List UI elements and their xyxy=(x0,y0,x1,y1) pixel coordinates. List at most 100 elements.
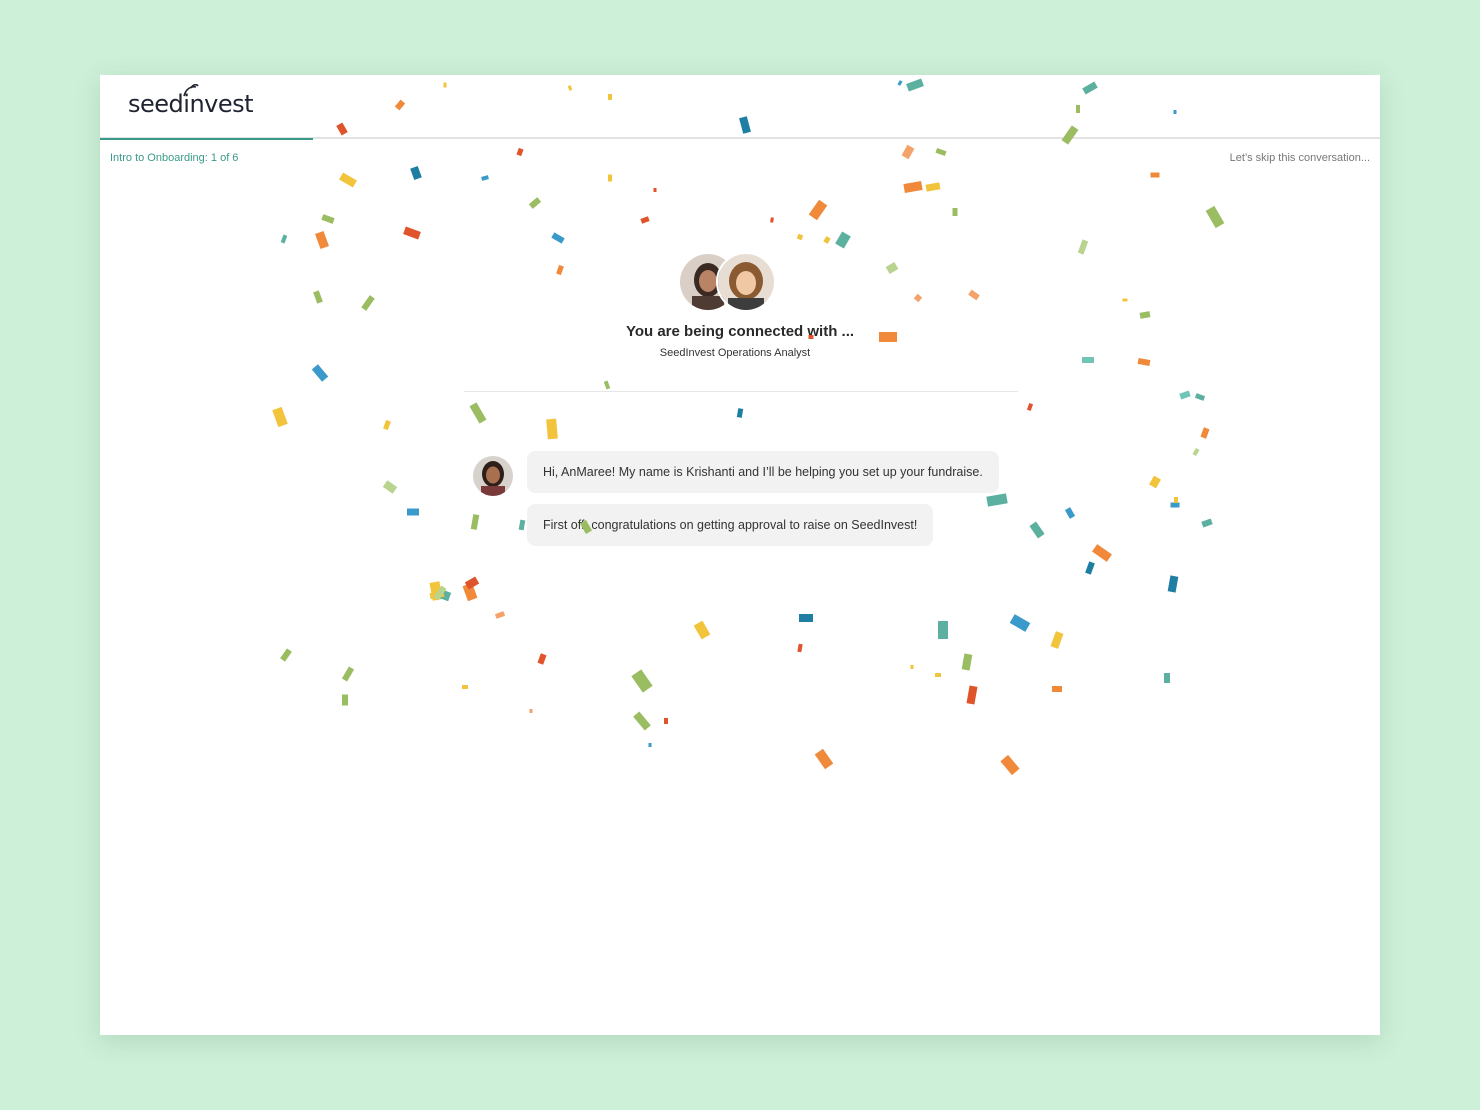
confetti-piece xyxy=(315,230,329,250)
person-icon xyxy=(473,456,513,496)
confetti-piece xyxy=(556,264,564,276)
confetti-piece xyxy=(823,236,831,244)
confetti-piece xyxy=(313,290,323,304)
confetti-piece xyxy=(429,590,445,600)
confetti-piece xyxy=(796,233,804,241)
confetti-piece xyxy=(799,614,813,622)
confetti-piece xyxy=(383,419,391,431)
confetti-piece xyxy=(462,685,468,689)
chat-message: Hi, AnMaree! My name is Krishanti and I’… xyxy=(527,451,999,493)
confetti-piece xyxy=(640,216,650,224)
confetti-piece xyxy=(311,364,329,382)
confetti-piece xyxy=(1205,205,1225,229)
confetti-piece xyxy=(1137,358,1151,366)
connected-avatars xyxy=(678,252,776,312)
onboarding-window: seedinvest Intro to Onboarding: 1 of 6 L… xyxy=(100,75,1380,1035)
chat-analyst-avatar xyxy=(473,456,513,496)
confetti-piece xyxy=(272,406,288,428)
confetti-piece xyxy=(808,199,828,221)
confetti-piece xyxy=(1201,518,1213,528)
step-label: Intro to Onboarding: 1 of 6 xyxy=(110,152,239,164)
confetti-piece xyxy=(470,514,480,530)
confetti-piece xyxy=(382,480,398,494)
confetti-piece xyxy=(1052,686,1062,692)
confetti-piece xyxy=(968,289,980,301)
section-divider xyxy=(464,391,1018,392)
confetti-piece xyxy=(1092,544,1112,562)
confetti-piece xyxy=(436,588,452,602)
confetti-piece xyxy=(1174,497,1178,503)
confetti-piece xyxy=(903,181,923,193)
confetti-piece xyxy=(797,643,803,653)
confetti-piece xyxy=(693,620,711,640)
confetti-piece xyxy=(407,508,419,516)
confetti-piece xyxy=(429,581,443,601)
confetti-piece xyxy=(664,718,668,724)
confetti-piece xyxy=(1167,575,1179,593)
confetti-piece xyxy=(938,621,948,639)
confetti-piece xyxy=(280,648,292,662)
top-header: seedinvest xyxy=(100,75,1380,139)
confetti-piece xyxy=(516,147,524,157)
confetti-piece xyxy=(494,611,506,619)
confetti-piece xyxy=(1077,239,1089,255)
confetti-piece xyxy=(462,582,478,602)
confetti-piece xyxy=(835,231,851,249)
confetti-piece xyxy=(935,147,947,157)
confetti-piece xyxy=(1200,427,1210,439)
analyst-role: SeedInvest Operations Analyst xyxy=(659,347,811,359)
confetti-piece xyxy=(321,214,335,224)
confetti-piece xyxy=(631,669,653,693)
confetti-piece xyxy=(770,217,774,223)
confetti-piece xyxy=(1194,393,1206,401)
confetti-piece xyxy=(1122,298,1128,302)
seedinvest-logo[interactable]: seedinvest xyxy=(128,84,254,118)
confetti-piece xyxy=(528,197,542,209)
confetti-piece xyxy=(633,711,651,731)
connection-title: You are being connected with ... xyxy=(625,323,855,340)
skip-conversation-link[interactable]: Let’s skip this conversation... xyxy=(1230,152,1370,164)
confetti-piece xyxy=(546,418,558,440)
confetti-piece xyxy=(342,694,348,706)
confetti-piece xyxy=(1000,754,1020,776)
confetti-piece xyxy=(433,585,447,601)
confetti-piece xyxy=(361,295,375,311)
confetti-piece xyxy=(1029,521,1045,539)
confetti-piece xyxy=(935,673,941,677)
confetti-piece xyxy=(403,226,421,240)
confetti-piece xyxy=(910,665,914,669)
confetti-piece xyxy=(1150,172,1160,178)
confetti-piece xyxy=(1179,390,1191,400)
confetti-piece xyxy=(537,653,547,665)
confetti-piece xyxy=(961,653,973,671)
confetti-piece xyxy=(814,748,834,770)
confetti-piece xyxy=(1192,447,1200,457)
confetti-piece xyxy=(1139,311,1151,319)
confetti-piece xyxy=(603,380,611,390)
confetti-piece xyxy=(280,234,288,244)
confetti-piece xyxy=(608,174,612,182)
confetti-piece xyxy=(1149,475,1161,489)
confetti-piece xyxy=(339,172,357,188)
confetti-piece xyxy=(901,144,915,160)
confetti-piece xyxy=(1085,561,1095,575)
person-icon xyxy=(718,254,774,310)
onboarding-progress-bar xyxy=(100,138,313,140)
confetti-piece xyxy=(529,709,533,713)
confetti-piece xyxy=(952,208,958,216)
confetti-piece xyxy=(986,493,1008,507)
confetti-piece xyxy=(925,182,941,192)
confetti-piece xyxy=(341,666,355,682)
confetti-piece xyxy=(885,262,899,274)
confetti-piece xyxy=(469,402,487,424)
confetti-piece xyxy=(481,175,489,181)
confetti-piece xyxy=(966,685,978,705)
confetti-piece xyxy=(1064,507,1076,519)
confetti-piece xyxy=(551,232,565,244)
confetti-piece xyxy=(464,576,480,590)
confetti-piece xyxy=(1170,502,1180,508)
confetti-piece xyxy=(736,408,744,418)
confetti-piece xyxy=(1164,673,1170,683)
chat-message: First off, congratulations on getting ap… xyxy=(527,504,934,546)
confetti-piece xyxy=(1009,614,1031,632)
